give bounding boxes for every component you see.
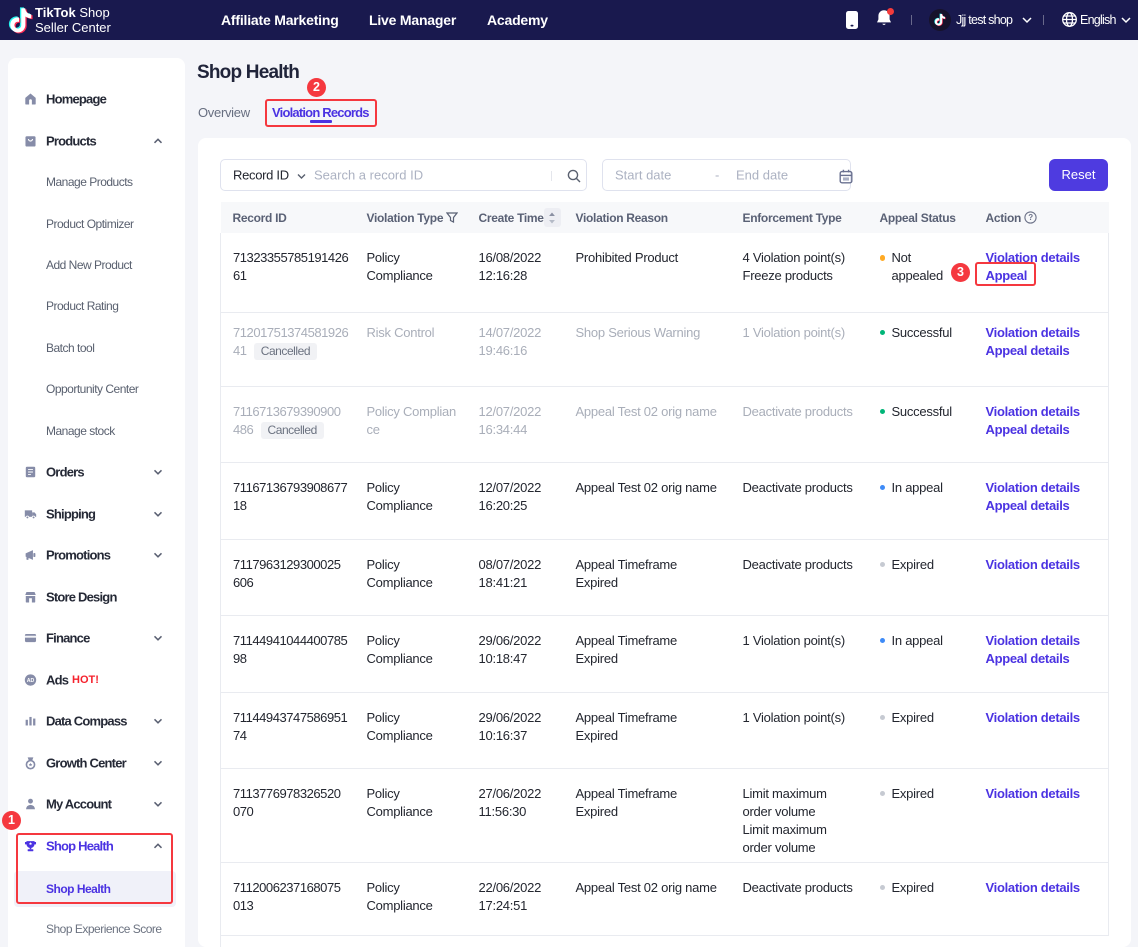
svg-text:AD: AD: [27, 678, 35, 684]
svg-text:?: ?: [1028, 213, 1033, 222]
